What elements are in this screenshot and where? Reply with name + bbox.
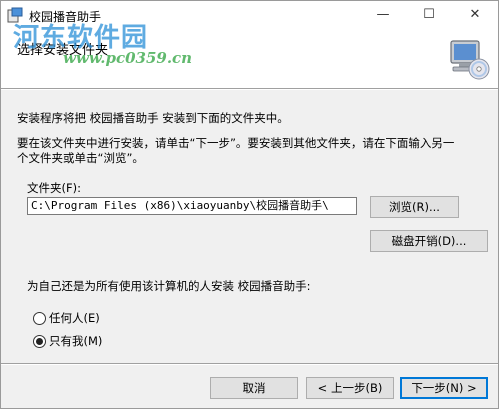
installer-window: 校园播音助手 — ☐ ✕ 选择安装文件夹 河东软件园 www.pc0359.cn… [0, 0, 499, 409]
disk-cost-button[interactable]: 磁盘开销(D)... [370, 230, 488, 252]
folder-path-input[interactable]: C:\Program Files (x86)\xiaoyuanby\校园播音助手… [27, 197, 357, 215]
footer-divider [1, 363, 498, 365]
folder-label: 文件夹(F): [27, 181, 81, 195]
install-for-label: 为自己还是为所有使用该计算机的人安装 校园播音助手: [27, 279, 311, 293]
minimize-button[interactable]: — [360, 1, 406, 31]
intro-text: 安装程序将把 校园播音助手 安装到下面的文件夹中。 [17, 111, 289, 125]
cancel-button[interactable]: 取消 [210, 377, 298, 399]
radio-only-me-label: 只有我(M) [49, 334, 103, 348]
radio-everyone[interactable] [33, 312, 46, 325]
next-button[interactable]: 下一步(N) > [400, 377, 488, 399]
browse-button[interactable]: 浏览(R)... [370, 196, 459, 218]
computer-cd-icon [450, 40, 490, 80]
wizard-header: 选择安装文件夹 河东软件园 www.pc0359.cn [1, 23, 498, 88]
back-button[interactable]: < 上一步(B) [306, 377, 394, 399]
radio-everyone-label: 任何人(E) [49, 311, 100, 325]
maximize-button[interactable]: ☐ [406, 1, 452, 31]
close-button[interactable]: ✕ [452, 1, 498, 31]
radio-only-me[interactable] [33, 335, 46, 348]
instruction-line-2: 个文件夹或单击“浏览”。 [17, 151, 144, 165]
header-divider [1, 88, 498, 90]
watermark-url: www.pc0359.cn [63, 49, 193, 67]
instruction-line-1: 要在该文件夹中进行安装，请单击“下一步”。要安装到其他文件夹，请在下面输入另一 [17, 136, 455, 150]
